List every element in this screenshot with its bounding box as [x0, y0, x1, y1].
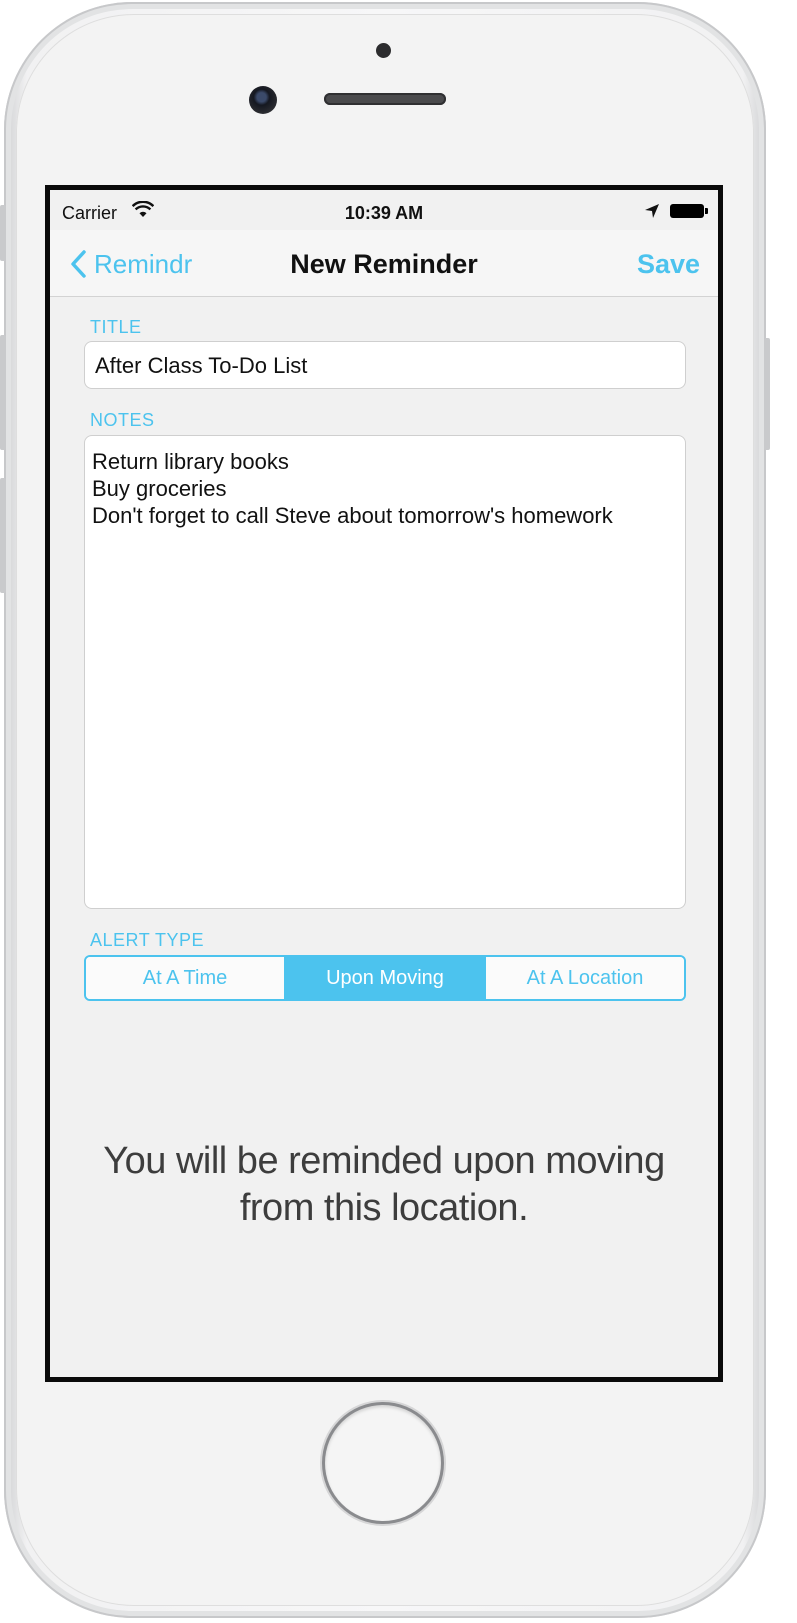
segment-at-a-time[interactable]: At A Time: [86, 957, 284, 999]
notes-line: Don't forget to call Steve about tomorro…: [92, 503, 613, 528]
alert-description: You will be reminded upon moving from th…: [50, 1138, 718, 1232]
power-button: [764, 338, 770, 450]
front-camera: [249, 86, 277, 114]
navigation-bar: Remindr New Reminder Save: [50, 230, 718, 297]
title-input[interactable]: After Class To-Do List: [84, 341, 686, 389]
location-arrow-icon: [644, 203, 660, 224]
alert-description-line: You will be reminded upon moving: [103, 1140, 665, 1182]
alert-type-segmented-control: At A Time Upon Moving At A Location: [84, 955, 686, 1001]
notes-line: Buy groceries: [92, 476, 227, 501]
volume-up-button: [0, 335, 6, 450]
proximity-sensor: [376, 43, 391, 58]
status-time: 10:39 AM: [344, 203, 424, 223]
alert-type-label: ALERT TYPE: [90, 930, 205, 950]
page-title: New Reminder: [290, 249, 478, 279]
status-bar: Carrier 10:39 AM: [50, 190, 718, 230]
volume-down-button: [0, 478, 6, 593]
notes-line: Return library books: [92, 449, 289, 474]
save-button[interactable]: Save: [637, 249, 700, 280]
alert-description-line: from this location.: [239, 1187, 529, 1229]
earpiece-speaker: [324, 93, 446, 105]
notes-textarea[interactable]: Return library books Buy groceries Don't…: [84, 435, 686, 909]
segment-at-a-location[interactable]: At A Location: [484, 957, 684, 999]
home-button[interactable]: [325, 1405, 441, 1521]
mute-switch: [0, 205, 6, 261]
segment-upon-moving[interactable]: Upon Moving: [284, 957, 484, 999]
notes-label: NOTES: [90, 410, 155, 430]
screen: Carrier 10:39 AM Remindr New Reminder Sa…: [45, 185, 723, 1382]
battery-icon: [670, 204, 708, 218]
title-label: TITLE: [90, 317, 142, 337]
